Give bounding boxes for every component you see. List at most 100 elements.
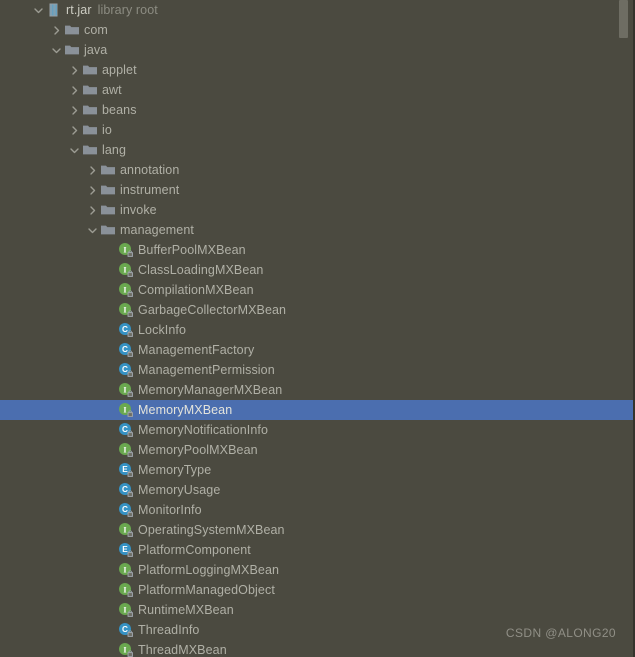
tree-row[interactable]: beans xyxy=(0,100,633,120)
tree-row-label: MemoryNotificationInfo xyxy=(138,423,269,437)
tree-row-label: annotation xyxy=(120,163,180,177)
tree-row-label: RuntimeMXBean xyxy=(138,603,234,617)
interface-icon: I xyxy=(118,440,134,460)
svg-text:E: E xyxy=(122,465,128,474)
tree-row-label: java xyxy=(84,43,108,57)
svg-text:C: C xyxy=(122,345,128,354)
tree-row[interactable]: I PlatformLoggingMXBean xyxy=(0,560,633,580)
chevron-down-icon[interactable] xyxy=(48,40,64,60)
tree-row[interactable]: I GarbageCollectorMXBean xyxy=(0,300,633,320)
tree-row-label: OperatingSystemMXBean xyxy=(138,523,285,537)
tree-row[interactable]: E PlatformComponent xyxy=(0,540,633,560)
tree-row[interactable]: com xyxy=(0,20,633,40)
tree-row[interactable]: E MemoryType xyxy=(0,460,633,480)
tree-row[interactable]: I ClassLoadingMXBean xyxy=(0,260,633,280)
tree-row-label: PlatformLoggingMXBean xyxy=(138,563,280,577)
svg-text:C: C xyxy=(122,325,128,334)
tree-row[interactable]: I MemoryMXBean xyxy=(0,400,633,420)
tree-row[interactable]: management xyxy=(0,220,633,240)
chevron-right-icon[interactable] xyxy=(84,200,100,220)
tree-row[interactable]: awt xyxy=(0,80,633,100)
interface-icon: I xyxy=(118,260,134,280)
project-tree[interactable]: rt.jar library root com java applet awt beans i… xyxy=(0,0,633,657)
svg-text:I: I xyxy=(123,525,126,534)
folder-icon xyxy=(100,200,116,220)
tree-row-label: lang xyxy=(102,143,127,157)
tree-row[interactable]: I OperatingSystemMXBean xyxy=(0,520,633,540)
folder-icon xyxy=(82,60,98,80)
chevron-down-icon[interactable] xyxy=(30,0,46,20)
tree-row-label: PlatformManagedObject xyxy=(138,583,275,597)
tree-row[interactable]: C LockInfo xyxy=(0,320,633,340)
interface-icon: I xyxy=(118,560,134,580)
tree-row[interactable]: java xyxy=(0,40,633,60)
chevron-right-icon[interactable] xyxy=(84,180,100,200)
svg-text:C: C xyxy=(122,505,128,514)
interface-icon: I xyxy=(118,400,134,420)
tree-row[interactable]: I CompilationMXBean xyxy=(0,280,633,300)
svg-text:I: I xyxy=(123,445,126,454)
tree-row[interactable]: invoke xyxy=(0,200,633,220)
svg-text:I: I xyxy=(123,565,126,574)
tree-row[interactable]: I ThreadMXBean xyxy=(0,640,633,657)
tree-row[interactable]: C ManagementFactory xyxy=(0,340,633,360)
chevron-right-icon[interactable] xyxy=(66,80,82,100)
folder-icon xyxy=(82,80,98,100)
tree-row[interactable]: I PlatformManagedObject xyxy=(0,580,633,600)
folder-icon xyxy=(100,220,116,240)
tree-row[interactable]: applet xyxy=(0,60,633,80)
chevron-right-icon[interactable] xyxy=(84,160,100,180)
tree-row-label: com xyxy=(84,23,108,37)
tree-row[interactable]: C ThreadInfo xyxy=(0,620,633,640)
class-icon: C xyxy=(118,360,134,380)
tree-row[interactable]: annotation xyxy=(0,160,633,180)
tree-row[interactable]: C ManagementPermission xyxy=(0,360,633,380)
tree-row-label: MemoryManagerMXBean xyxy=(138,383,283,397)
tree-row[interactable]: instrument xyxy=(0,180,633,200)
chevron-right-icon[interactable] xyxy=(66,120,82,140)
tree-row[interactable]: I RuntimeMXBean xyxy=(0,600,633,620)
chevron-right-icon[interactable] xyxy=(66,60,82,80)
tree-row[interactable]: io xyxy=(0,120,633,140)
chevron-right-icon[interactable] xyxy=(48,20,64,40)
tree-row-label: MemoryMXBean xyxy=(138,403,233,417)
tree-row[interactable]: I MemoryPoolMXBean xyxy=(0,440,633,460)
vertical-scrollbar[interactable] xyxy=(619,0,631,657)
tree-row[interactable]: C MemoryUsage xyxy=(0,480,633,500)
interface-icon: I xyxy=(118,380,134,400)
folder-icon xyxy=(82,140,98,160)
tree-row[interactable]: lang xyxy=(0,140,633,160)
tree-row-label: GarbageCollectorMXBean xyxy=(138,303,287,317)
chevron-right-icon[interactable] xyxy=(66,100,82,120)
chevron-down-icon[interactable] xyxy=(66,140,82,160)
tree-row[interactable]: rt.jar library root xyxy=(0,0,633,20)
folder-icon xyxy=(100,160,116,180)
tree-row-label: invoke xyxy=(120,203,157,217)
chevron-down-icon[interactable] xyxy=(84,220,100,240)
tree-row[interactable]: I BufferPoolMXBean xyxy=(0,240,633,260)
tree-row[interactable]: I MemoryManagerMXBean xyxy=(0,380,633,400)
project-tool-window: rt.jar library root com java applet awt beans i… xyxy=(0,0,635,657)
tree-row[interactable]: C MemoryNotificationInfo xyxy=(0,420,633,440)
tree-row-label: awt xyxy=(102,83,122,97)
tree-row[interactable]: C MonitorInfo xyxy=(0,500,633,520)
interface-icon: I xyxy=(118,280,134,300)
folder-icon xyxy=(64,20,80,40)
class-icon: C xyxy=(118,500,134,520)
tree-row-label: applet xyxy=(102,63,137,77)
vertical-scrollbar-thumb[interactable] xyxy=(619,0,628,38)
svg-text:C: C xyxy=(122,365,128,374)
